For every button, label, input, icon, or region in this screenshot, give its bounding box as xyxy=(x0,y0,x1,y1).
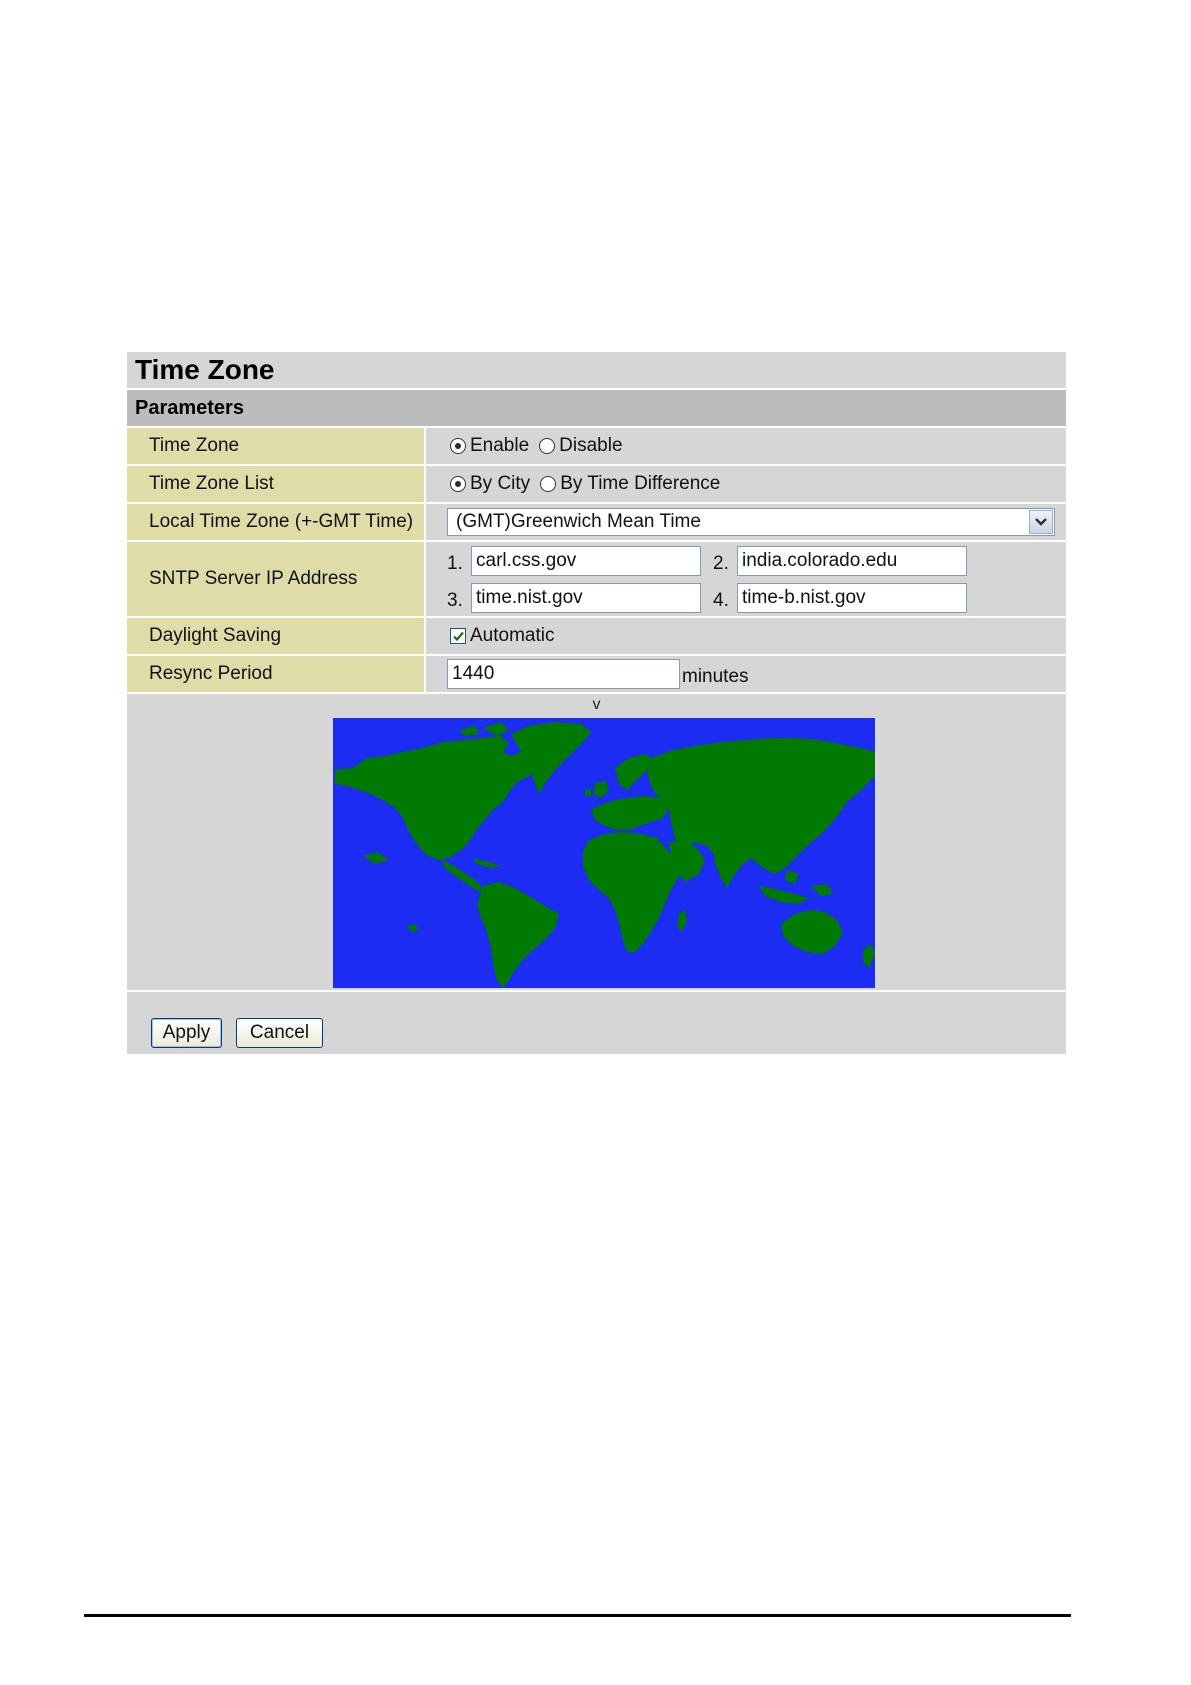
radio-by-time-difference[interactable]: By Time Difference xyxy=(540,473,720,495)
radio-by-time-difference-label: By Time Difference xyxy=(560,473,721,494)
label-time-zone: Time Zone xyxy=(127,428,426,464)
sntp-server-2-input[interactable] xyxy=(737,545,967,576)
label-sntp-server: SNTP Server IP Address xyxy=(127,542,426,616)
daylight-saving-cell: Automatic xyxy=(426,618,1066,654)
label-local-time-zone: Local Time Zone (+-GMT Time) xyxy=(127,504,426,540)
sntp-number-3: 3. xyxy=(447,589,463,611)
checkbox-automatic-box[interactable] xyxy=(450,628,466,644)
sntp-number-1: 1. xyxy=(447,552,463,574)
sntp-server-cell: 1. 2. 3. 4. xyxy=(426,542,1066,616)
radio-by-city[interactable]: By City xyxy=(450,473,530,495)
row-time-zone-list: Time Zone List By City By Time Differenc… xyxy=(127,466,1066,504)
sntp-server-1-input[interactable] xyxy=(471,545,701,576)
apply-button[interactable]: Apply xyxy=(151,1018,222,1048)
sntp-number-4: 4. xyxy=(713,589,729,611)
resync-period-input[interactable] xyxy=(447,659,680,689)
bottom-divider xyxy=(84,1614,1071,1617)
section-header-parameters: Parameters xyxy=(127,390,1066,428)
button-bar: Apply Cancel xyxy=(127,992,1066,1054)
radio-enable-indicator[interactable] xyxy=(450,438,466,454)
local-time-zone-select[interactable]: (GMT)Greenwich Mean Time xyxy=(447,508,1055,536)
radio-enable[interactable]: Enable xyxy=(450,435,529,457)
row-time-zone: Time Zone Enable Disable xyxy=(127,428,1066,466)
page-title: Time Zone xyxy=(127,352,1066,390)
time-zone-panel: Time Zone Parameters Time Zone Enable Di… xyxy=(127,352,1066,1054)
checkbox-automatic-label: Automatic xyxy=(470,625,555,646)
sntp-server-grid: 1. 2. 3. 4. xyxy=(447,542,967,616)
cancel-button[interactable]: Cancel xyxy=(236,1018,323,1048)
map-area: v xyxy=(127,694,1066,992)
map-position-marker: v xyxy=(592,696,601,713)
label-time-zone-list: Time Zone List xyxy=(127,466,426,502)
row-resync-period: Resync Period minutes xyxy=(127,656,1066,694)
radio-disable-label: Disable xyxy=(559,435,623,456)
radio-by-city-indicator[interactable] xyxy=(450,476,466,492)
label-resync-period: Resync Period xyxy=(127,656,426,692)
sntp-number-2: 2. xyxy=(713,552,729,574)
local-time-zone-cell: (GMT)Greenwich Mean Time xyxy=(426,504,1066,540)
row-sntp-server: SNTP Server IP Address 1. 2. 3. 4. xyxy=(127,542,1066,618)
label-daylight-saving: Daylight Saving xyxy=(127,618,426,654)
radio-by-city-label: By City xyxy=(470,473,531,494)
checkbox-automatic[interactable]: Automatic xyxy=(450,625,554,647)
radio-by-time-difference-indicator[interactable] xyxy=(540,476,557,492)
resync-period-cell: minutes xyxy=(426,656,1066,692)
sntp-server-4-input[interactable] xyxy=(737,582,967,613)
radio-enable-label: Enable xyxy=(470,435,530,456)
local-time-zone-selected: (GMT)Greenwich Mean Time xyxy=(456,511,701,532)
radio-disable-indicator[interactable] xyxy=(539,438,556,454)
world-map[interactable] xyxy=(333,718,875,988)
check-icon xyxy=(452,631,464,641)
radio-disable[interactable]: Disable xyxy=(539,435,623,457)
time-zone-options: Enable Disable xyxy=(426,428,1066,464)
row-daylight-saving: Daylight Saving Automatic xyxy=(127,618,1066,656)
sntp-server-3-input[interactable] xyxy=(471,582,701,613)
row-local-time-zone: Local Time Zone (+-GMT Time) (GMT)Greenw… xyxy=(127,504,1066,542)
time-zone-list-options: By City By Time Difference xyxy=(426,466,1066,502)
resync-unit: minutes xyxy=(682,666,749,687)
chevron-down-icon[interactable] xyxy=(1029,510,1053,534)
